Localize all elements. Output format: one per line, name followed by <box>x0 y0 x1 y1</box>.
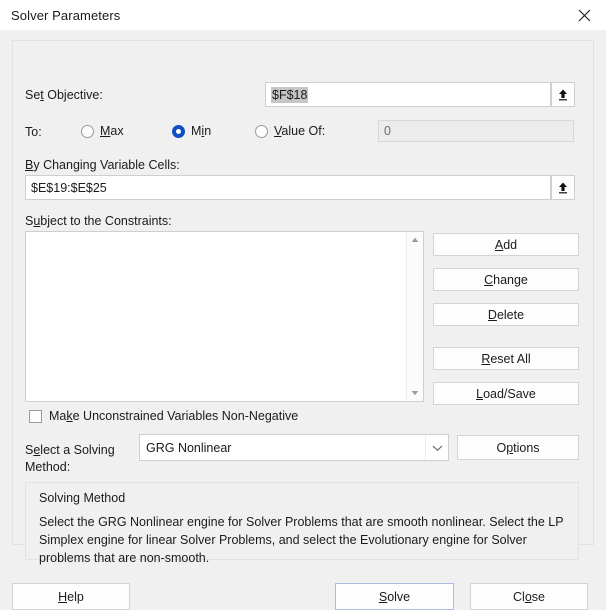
radio-value-of-label: Value Of: <box>274 124 326 138</box>
change-constraint-button[interactable]: Change <box>433 268 579 291</box>
radio-max-indicator <box>81 124 94 138</box>
solving-method-label-line1: Select a Solving <box>25 443 115 457</box>
collapse-dialog-up-arrow-icon <box>556 181 570 195</box>
set-objective-value: $F$18 <box>271 86 309 103</box>
value-of-value: 0 <box>384 124 391 138</box>
radio-value-of-indicator <box>255 124 268 138</box>
chevron-down-icon[interactable] <box>425 435 448 460</box>
radio-min-indicator <box>172 124 185 138</box>
set-objective-range-picker-button[interactable] <box>551 82 575 107</box>
solving-method-dropdown[interactable]: GRG Nonlinear <box>139 434 449 461</box>
window-title: Solver Parameters <box>11 7 121 23</box>
add-constraint-button[interactable]: Add <box>433 233 579 256</box>
close-button-footer[interactable]: Cl o se <box>470 583 588 610</box>
info-panel-description: Select the GRG Nonlinear engine for Solv… <box>39 515 564 565</box>
set-objective-label: Set Objective: <box>25 88 103 102</box>
collapse-dialog-up-arrow-icon <box>556 88 570 102</box>
options-button[interactable]: Op tions <box>457 435 579 460</box>
to-label: To: <box>25 125 42 139</box>
radio-max-label: Max <box>100 124 124 138</box>
changing-cells-range-picker-button[interactable] <box>551 175 575 200</box>
constraints-listbox[interactable] <box>25 231 424 402</box>
constraints-label: Subject to the Constraints: <box>25 214 172 228</box>
solve-button[interactable]: Solve <box>335 583 454 610</box>
scroll-down-arrow-icon[interactable] <box>407 385 423 401</box>
scroll-up-arrow-icon[interactable] <box>407 232 423 248</box>
make-unconstrained-non-negative-checkbox[interactable]: Make Unconstrained Variables Non-Negativ… <box>29 409 298 423</box>
changing-cells-input[interactable]: $E$19:$E$25 <box>25 175 551 200</box>
reset-all-button[interactable]: Reset All <box>433 347 579 370</box>
radio-max[interactable]: Max <box>81 124 124 138</box>
set-objective-input[interactable]: $F$18 <box>265 82 551 107</box>
radio-min-label: Min <box>191 124 212 138</box>
dialog-body: Set Objective: $F$18 To: Max Min Value O… <box>0 30 606 610</box>
value-of-input[interactable]: 0 <box>378 120 574 142</box>
solving-method-label-line2: Method: <box>25 460 71 474</box>
delete-constraint-button[interactable]: Delete <box>433 303 579 326</box>
changing-cells-label: By Changing Variable Cells: <box>25 158 180 172</box>
help-button[interactable]: Help <box>12 583 130 610</box>
solving-method-info-panel: Solving Method Select the GRG Nonlinear … <box>25 482 579 565</box>
constraints-scrollbar[interactable] <box>406 232 423 401</box>
make-unconstrained-non-negative-label: Make Unconstrained Variables Non-Negativ… <box>49 409 299 423</box>
load-save-button[interactable]: Load/Save <box>433 382 579 405</box>
solving-method-selected-value: GRG Nonlinear <box>146 440 232 455</box>
close-icon <box>578 9 591 22</box>
checkbox-indicator <box>29 409 42 423</box>
info-panel-title: Solving Method <box>39 491 126 505</box>
changing-cells-value: $E$19:$E$25 <box>31 180 107 195</box>
radio-min[interactable]: Min <box>172 124 211 138</box>
radio-value-of[interactable]: Value Of: <box>255 124 325 138</box>
title-bar: Solver Parameters <box>0 0 606 30</box>
close-button[interactable] <box>562 0 606 30</box>
